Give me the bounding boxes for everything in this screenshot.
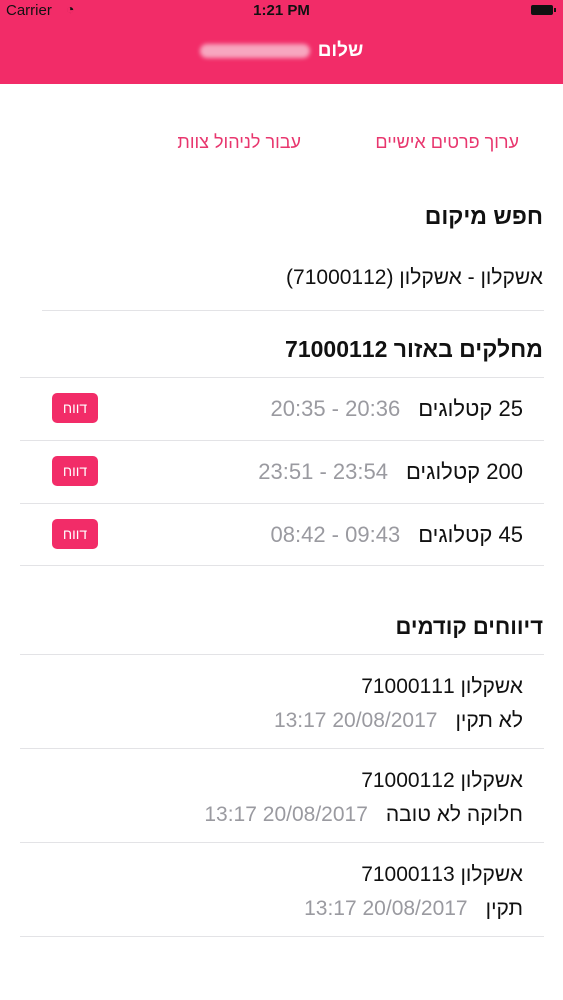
- battery-icon: [531, 5, 556, 15]
- previous-reports-title: דיווחים קודמים: [395, 614, 543, 639]
- nav-bar: שלום: [0, 22, 563, 84]
- page-title: שלום: [0, 40, 563, 62]
- status-time: 1:21 PM: [253, 2, 310, 19]
- divider: [20, 936, 544, 937]
- divider: [20, 565, 544, 566]
- divider: [42, 310, 544, 311]
- report-row[interactable]: אשקלון 71000111 לא תקין 20/08/2017 13:17: [0, 655, 563, 749]
- report-row[interactable]: אשקלון 71000113 תקין 20/08/2017 13:17: [0, 843, 563, 937]
- report-area: אשקלון 71000113: [361, 863, 523, 886]
- distributors-section-title: מחלקים באזור 71000112: [285, 336, 543, 362]
- team-management-link[interactable]: עבור לניהול צוות: [177, 132, 301, 153]
- report-button[interactable]: דווח: [52, 393, 98, 423]
- location-section-title: חפש מיקום: [424, 203, 543, 229]
- report-area: אשקלון 71000111: [361, 675, 523, 698]
- time-range: 09:43 - 08:42: [270, 522, 401, 547]
- blurred-user-name: [199, 43, 310, 58]
- report-datetime: 20/08/2017 13:17: [273, 709, 438, 732]
- time-range: 20:36 - 20:35: [270, 396, 401, 421]
- status-bar: Carrier ◔ 1:21 PM: [0, 0, 563, 22]
- catalog-count: 45 קטלוגים: [418, 522, 523, 547]
- report-area: אשקלון 71000112: [361, 769, 523, 792]
- report-status: תקין: [485, 897, 523, 920]
- report-row[interactable]: אשקלון 71000112 חלוקה לא טובה 20/08/2017 …: [0, 749, 563, 843]
- report-status: חלוקה לא טובה: [385, 803, 523, 826]
- location-selector[interactable]: אשקלון - אשקלון (71000112): [286, 266, 543, 290]
- report-button[interactable]: דווח: [52, 456, 98, 486]
- time-range: 23:54 - 23:51: [258, 459, 388, 484]
- report-button[interactable]: דווח: [52, 519, 98, 549]
- distributor-row: 25 קטלוגים 20:36 - 20:35 דווח: [0, 378, 563, 440]
- distributor-row: 45 קטלוגים 09:43 - 08:42 דווח: [0, 504, 563, 566]
- catalog-count: 200 קטלוגים: [405, 459, 523, 484]
- catalog-count: 25 קטלוגים: [418, 396, 523, 421]
- greeting-text: שלום: [317, 40, 364, 61]
- report-status: לא תקין: [455, 709, 523, 732]
- report-datetime: 20/08/2017 13:17: [304, 897, 468, 920]
- edit-personal-link[interactable]: ערוך פרטים אישיים: [375, 132, 519, 153]
- report-datetime: 20/08/2017 13:17: [204, 803, 368, 826]
- distributor-row: 200 קטלוגים 23:54 - 23:51 דווח: [0, 441, 563, 503]
